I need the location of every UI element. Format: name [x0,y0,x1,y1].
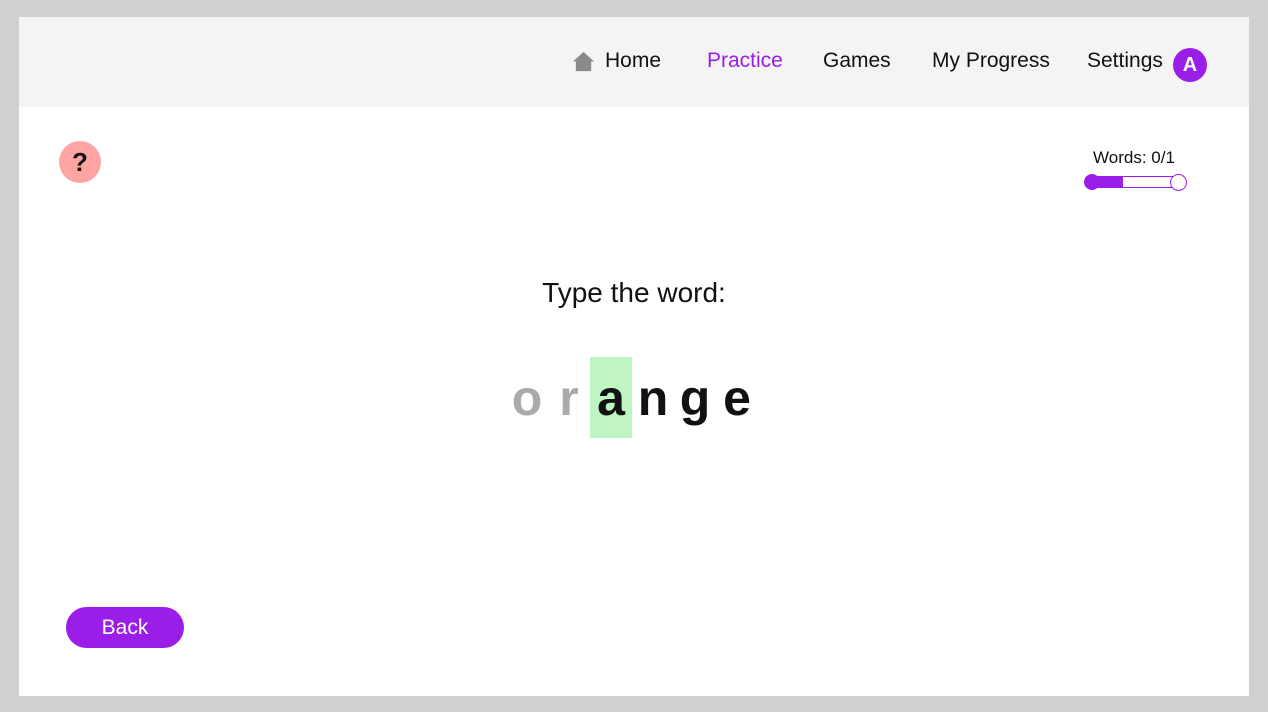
app-frame: Home Practice Games My Progress Settings… [19,17,1249,696]
nav-home-label: Home [605,49,662,72]
word-letter: n [637,369,669,426]
word-letter: r [559,369,579,426]
nav-home[interactable]: Home [572,47,661,75]
nav-games[interactable]: Games [823,47,891,75]
back-button[interactable]: Back [66,607,184,648]
word-letter: e [723,369,751,426]
word-letter: o [511,369,543,426]
home-icon [572,51,595,71]
exercise-prompt: Type the word: [542,277,726,308]
nav-practice[interactable]: Practice [707,47,783,75]
target-word: orange [506,357,758,438]
progress-start-marker [1084,174,1100,190]
help-button[interactable]: ? [59,141,101,183]
nav-my-progress[interactable]: My Progress [932,47,1050,75]
words-counter: Words: 0/1 [1093,148,1175,167]
top-navbar: Home Practice Games My Progress Settings… [19,17,1249,107]
word-letter: g [679,369,711,426]
progress-end-marker [1170,174,1187,191]
user-avatar[interactable]: A [1173,48,1207,82]
nav-settings[interactable]: Settings [1087,47,1163,75]
current-letter: a [590,357,632,438]
